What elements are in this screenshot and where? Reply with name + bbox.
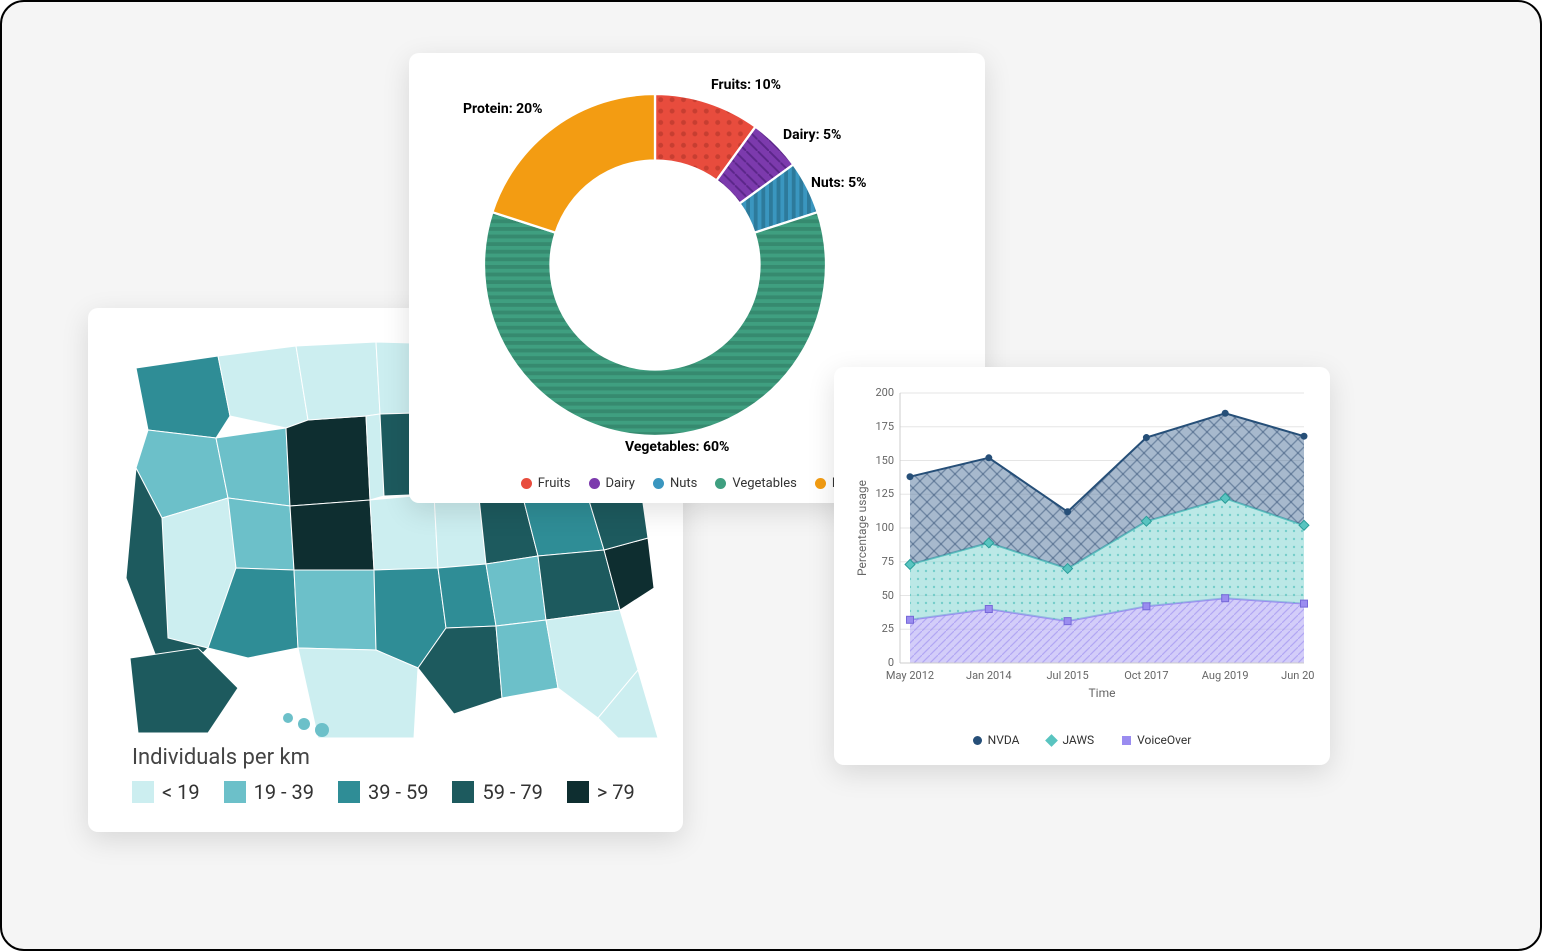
- area-card: 0 25 50 75 100 125 150 175 200 May 2012 Jan 2014…: [834, 367, 1330, 765]
- svg-text:Jun 2021: Jun 2021: [1281, 669, 1314, 682]
- svg-text:Oct 2017: Oct 2017: [1124, 669, 1168, 682]
- svg-text:100: 100: [875, 521, 894, 534]
- map-legend-title: Individuals per km: [132, 745, 635, 770]
- map-bin-1: 19 - 39: [224, 780, 314, 804]
- svg-text:125: 125: [875, 487, 894, 500]
- svg-text:Time: Time: [1089, 686, 1116, 700]
- donut-label-dairy: Dairy: 5%: [783, 127, 841, 143]
- area-chart: 0 25 50 75 100 125 150 175 200 May 2012 Jan 2014…: [850, 383, 1314, 713]
- map-bin-2: 39 - 59: [338, 780, 428, 804]
- svg-text:25: 25: [882, 622, 894, 635]
- svg-text:175: 175: [875, 420, 894, 433]
- donut-label-fruits: Fruits: 10%: [711, 77, 781, 93]
- svg-text:Percentage usage: Percentage usage: [855, 480, 869, 576]
- svg-text:75: 75: [882, 555, 894, 568]
- donut-label-nuts: Nuts: 5%: [811, 175, 866, 191]
- map-bin-3: 59 - 79: [452, 780, 542, 804]
- svg-text:0: 0: [888, 656, 894, 669]
- svg-text:May 2012: May 2012: [886, 669, 934, 682]
- svg-text:150: 150: [875, 454, 894, 467]
- svg-text:Jul 2015: Jul 2015: [1046, 669, 1088, 682]
- svg-text:200: 200: [875, 386, 894, 399]
- svg-text:Jan 2014: Jan 2014: [966, 669, 1012, 682]
- donut-label-protein: Protein: 20%: [463, 101, 543, 117]
- donut-label-vegetables: Vegetables: 60%: [625, 439, 729, 455]
- area-legend: NVDA JAWS VoiceOver: [834, 733, 1330, 747]
- svg-text:Aug 2019: Aug 2019: [1202, 669, 1249, 682]
- svg-text:50: 50: [882, 589, 894, 602]
- donut-slice-vegetables: [484, 212, 826, 436]
- map-bin-0: < 19: [132, 780, 200, 804]
- map-bin-4: > 79: [567, 780, 635, 804]
